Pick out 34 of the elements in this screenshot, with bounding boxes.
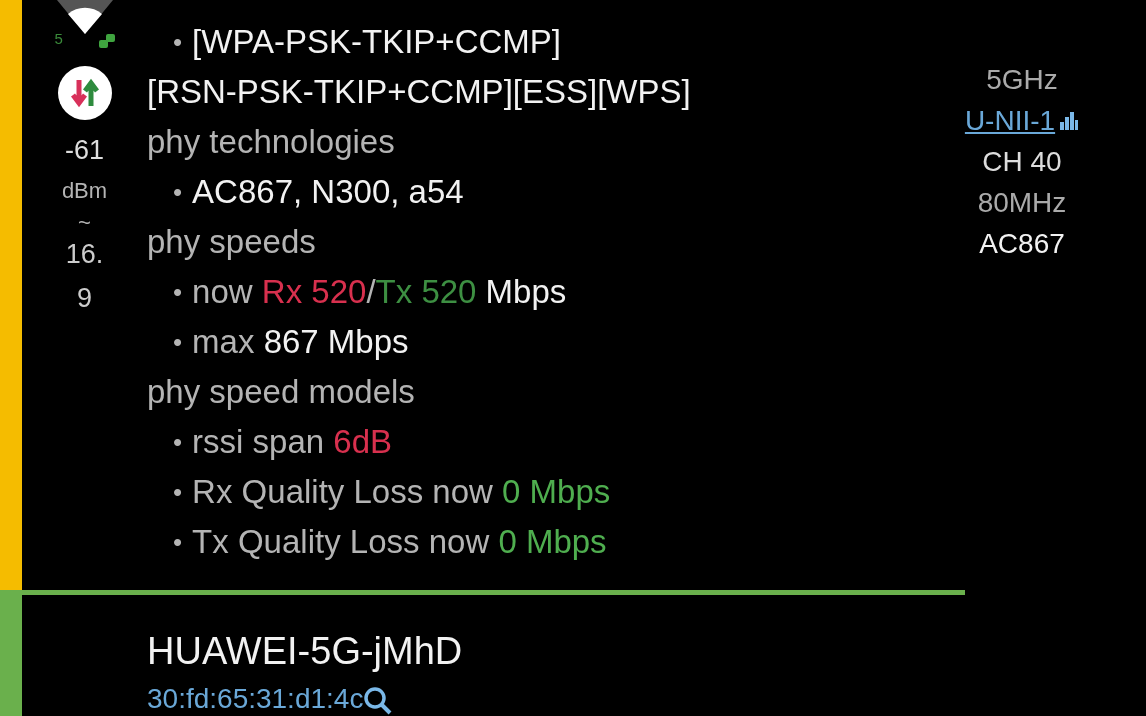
band-label: 5 [54,30,63,48]
distance-value: 16.9 [64,238,105,315]
detail-text: Rx Quality Loss now 0 Mbps [192,473,611,511]
detail-text: now Rx 520/Tx 520 Mbps [192,273,567,311]
bullet: • [173,476,183,508]
channel-width: 80MHz [977,186,1067,220]
signal-unit: dBm [61,178,108,204]
detail-text: AC867, N300, a54 [192,173,464,211]
detail-text: phy speeds [147,223,316,261]
detail-text: phy speed models [147,373,415,411]
detail-text: max 867 Mbps [192,323,409,361]
detail-text: [RSN-PSK-TKIP+CCMP][ESS][WPS] [147,73,691,111]
wifi-standard: AC867 [979,227,1065,261]
band-plan-link[interactable]: U-NII-1 [964,104,1056,137]
bullet: • [173,276,183,308]
network-name: HUAWEI-5G-jMhD [147,629,464,674]
detail-text: rssi span 6dB [192,423,393,461]
detail-text: Tx Quality Loss now 0 Mbps [192,523,607,561]
bullet: • [173,26,183,58]
signal-strength: -61 [65,134,104,166]
search-icon[interactable] [363,686,394,716]
mac-address-link[interactable]: 30:fd:65:31:d1:4c [147,682,364,716]
link-icon [96,32,117,50]
channel-number: CH 40 [982,145,1062,179]
bullet: • [173,176,183,208]
detail-text: [WPA-PSK-TKIP+CCMP] [192,23,561,61]
traffic-arrows-icon [57,66,112,120]
detail-text: phy technologies [147,123,395,161]
bullet: • [173,326,183,358]
approx-sign: ~ [78,210,91,236]
bullet: • [173,426,183,458]
bar-chart-icon[interactable] [1059,110,1080,131]
frequency-label: 5GHz [986,63,1058,97]
bullet: • [173,526,183,558]
